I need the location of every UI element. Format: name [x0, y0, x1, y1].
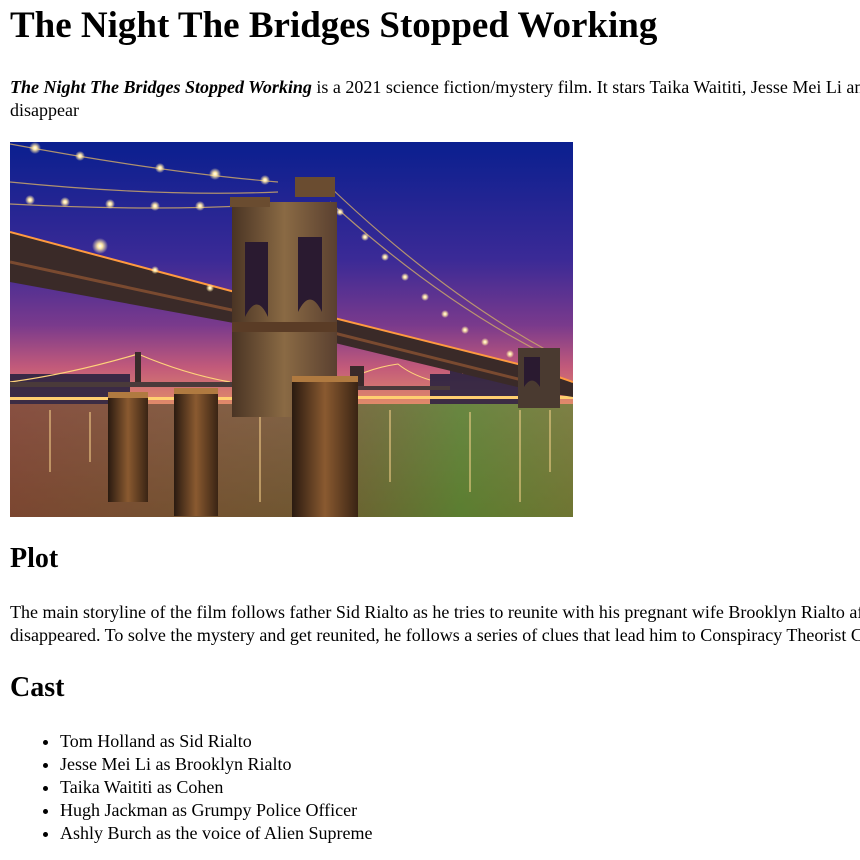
cast-list: Tom Holland as Sid Rialto Jesse Mei Li a…	[10, 730, 372, 845]
intro-film-title: The Night The Bridges Stopped Working	[10, 77, 312, 97]
plot-heading: Plot	[10, 543, 59, 574]
cast-list-item: Hugh Jackman as Grumpy Police Officer	[60, 799, 372, 822]
cast-list-item: Tom Holland as Sid Rialto	[60, 730, 372, 753]
intro-line-1-text: is a 2021 science fiction/mystery film. …	[316, 77, 860, 97]
page-title: The Night The Bridges Stopped Working	[10, 5, 658, 46]
cast-list-item: Taika Waititi as Cohen	[60, 776, 372, 799]
cast-list-item: Ashly Burch as the voice of Alien Suprem…	[60, 822, 372, 845]
intro-line-1: The Night The Bridges Stopped Working is…	[10, 76, 860, 99]
bridge-photo	[10, 142, 573, 517]
plot-line-2: disappeared. To solve the mystery and ge…	[10, 625, 860, 645]
plot-line-1: The main storyline of the film follows f…	[10, 602, 860, 622]
plot-paragraph: The main storyline of the film follows f…	[10, 601, 860, 647]
intro-line-2: disappear	[10, 100, 79, 120]
cast-heading: Cast	[10, 672, 65, 703]
intro-paragraph: The Night The Bridges Stopped Working is…	[10, 76, 860, 122]
cast-list-item: Jesse Mei Li as Brooklyn Rialto	[60, 753, 372, 776]
article-page: The Night The Bridges Stopped Working Th…	[0, 0, 860, 860]
